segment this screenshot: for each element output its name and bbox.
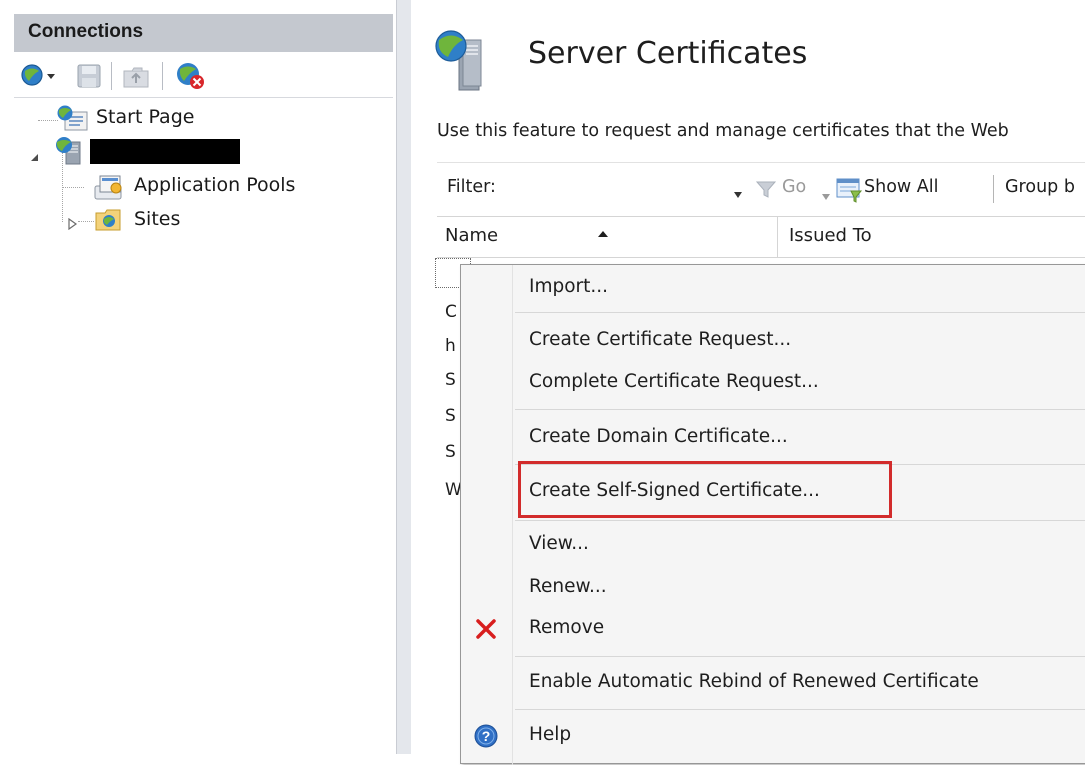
connections-header: Connections <box>14 14 393 52</box>
menu-separator <box>515 312 1085 313</box>
menu-item-label: Create Certificate Request... <box>529 329 792 350</box>
show-all-button[interactable]: Show All <box>864 177 938 197</box>
menu-item-label: View... <box>529 533 589 554</box>
group-by-button[interactable]: Group b <box>1005 177 1075 197</box>
server-name-redacted <box>90 139 240 164</box>
menu-separator <box>515 409 1085 410</box>
tree-label-start-page: Start Page <box>96 106 195 128</box>
menu-item-label: Help <box>529 724 572 745</box>
tree-item-start-page[interactable]: Start Page <box>56 104 256 134</box>
tree-label-sites: Sites <box>134 208 181 230</box>
column-divider[interactable] <box>777 217 778 257</box>
menu-item-renew[interactable]: Renew... <box>461 570 1085 606</box>
start-page-icon <box>56 104 90 132</box>
menu-separator <box>515 656 1085 657</box>
filter-bar: Filter: Go Show All Group b <box>437 162 1085 215</box>
menu-item-remove[interactable]: Remove <box>461 611 1085 647</box>
menu-item-help[interactable]: ? Help <box>461 718 1085 754</box>
svg-text:?: ? <box>482 728 491 744</box>
remove-x-icon <box>473 616 499 642</box>
certificates-grid-header: Name Issued To <box>437 216 1085 258</box>
menu-item-label: Import... <box>529 276 609 297</box>
go-funnel-icon[interactable] <box>755 179 777 199</box>
menu-item-create-self-signed-certificate[interactable]: Create Self-Signed Certificate... <box>461 474 1085 510</box>
table-row[interactable]: S <box>445 406 456 426</box>
save-icon[interactable] <box>76 63 102 89</box>
menu-item-label: Create Domain Certificate... <box>529 426 788 447</box>
tree-label-application-pools: Application Pools <box>134 174 296 196</box>
up-level-icon[interactable] <box>122 63 150 89</box>
server-certificates-icon <box>433 28 485 92</box>
menu-item-label: Complete Certificate Request... <box>529 371 819 392</box>
menu-item-view[interactable]: View... <box>461 527 1085 563</box>
filter-separator <box>993 175 994 203</box>
menu-item-complete-certificate-request[interactable]: Complete Certificate Request... <box>461 365 1085 401</box>
column-header-name[interactable]: Name <box>445 225 498 246</box>
menu-item-create-domain-certificate[interactable]: Create Domain Certificate... <box>461 420 1085 456</box>
go-dropdown-icon[interactable] <box>822 185 830 200</box>
menu-item-label: Remove <box>529 617 605 638</box>
sites-folder-icon <box>94 206 124 234</box>
help-icon: ? <box>473 723 499 749</box>
menu-separator <box>515 709 1085 710</box>
sort-ascending-icon <box>597 223 609 237</box>
expand-arrow-icon[interactable] <box>68 215 78 231</box>
show-all-icon <box>835 175 863 203</box>
menu-separator <box>515 464 1085 465</box>
toolbar-separator <box>162 62 163 90</box>
toolbar-separator <box>111 62 112 90</box>
menu-item-enable-automatic-rebind[interactable]: Enable Automatic Rebind of Renewed Certi… <box>461 665 1085 701</box>
connections-toolbar <box>14 52 393 98</box>
filter-label: Filter: <box>447 177 496 197</box>
table-row[interactable]: C <box>445 302 457 322</box>
pane-splitter[interactable] <box>397 0 411 754</box>
tree-item-application-pools[interactable]: Application Pools <box>92 172 332 202</box>
server-icon <box>54 136 88 166</box>
context-menu: Import... Create Certificate Request... … <box>460 264 1085 765</box>
filter-dropdown-icon[interactable] <box>733 184 743 198</box>
menu-separator <box>515 520 1085 521</box>
menu-item-import[interactable]: Import... <box>461 270 1085 306</box>
connect-icon[interactable] <box>20 62 60 88</box>
menu-item-create-certificate-request[interactable]: Create Certificate Request... <box>461 323 1085 359</box>
application-pools-icon <box>92 172 126 202</box>
menu-item-label: Create Self-Signed Certificate... <box>529 480 820 501</box>
table-row[interactable]: h <box>445 336 456 356</box>
tree-line <box>62 187 84 188</box>
table-row[interactable]: S <box>445 370 456 390</box>
column-header-issued-to[interactable]: Issued To <box>789 225 872 246</box>
table-row[interactable]: S <box>445 442 456 462</box>
menu-item-label: Enable Automatic Rebind of Renewed Certi… <box>529 671 979 692</box>
tree-item-sites[interactable]: Sites <box>64 206 264 236</box>
disconnect-icon[interactable] <box>174 61 208 91</box>
page-title: Server Certificates <box>528 36 808 71</box>
collapse-arrow-icon[interactable] <box>30 148 40 161</box>
menu-item-label: Renew... <box>529 576 607 597</box>
page-description: Use this feature to request and manage c… <box>437 121 1009 141</box>
tree-line <box>38 120 58 121</box>
tree-item-server[interactable] <box>30 136 250 166</box>
go-button[interactable]: Go <box>782 177 806 197</box>
filter-input[interactable] <box>527 173 727 203</box>
connections-pane: Connections Start Page Application Pools… <box>0 0 397 754</box>
connections-tree: Start Page Application Pools Sites <box>0 100 397 754</box>
